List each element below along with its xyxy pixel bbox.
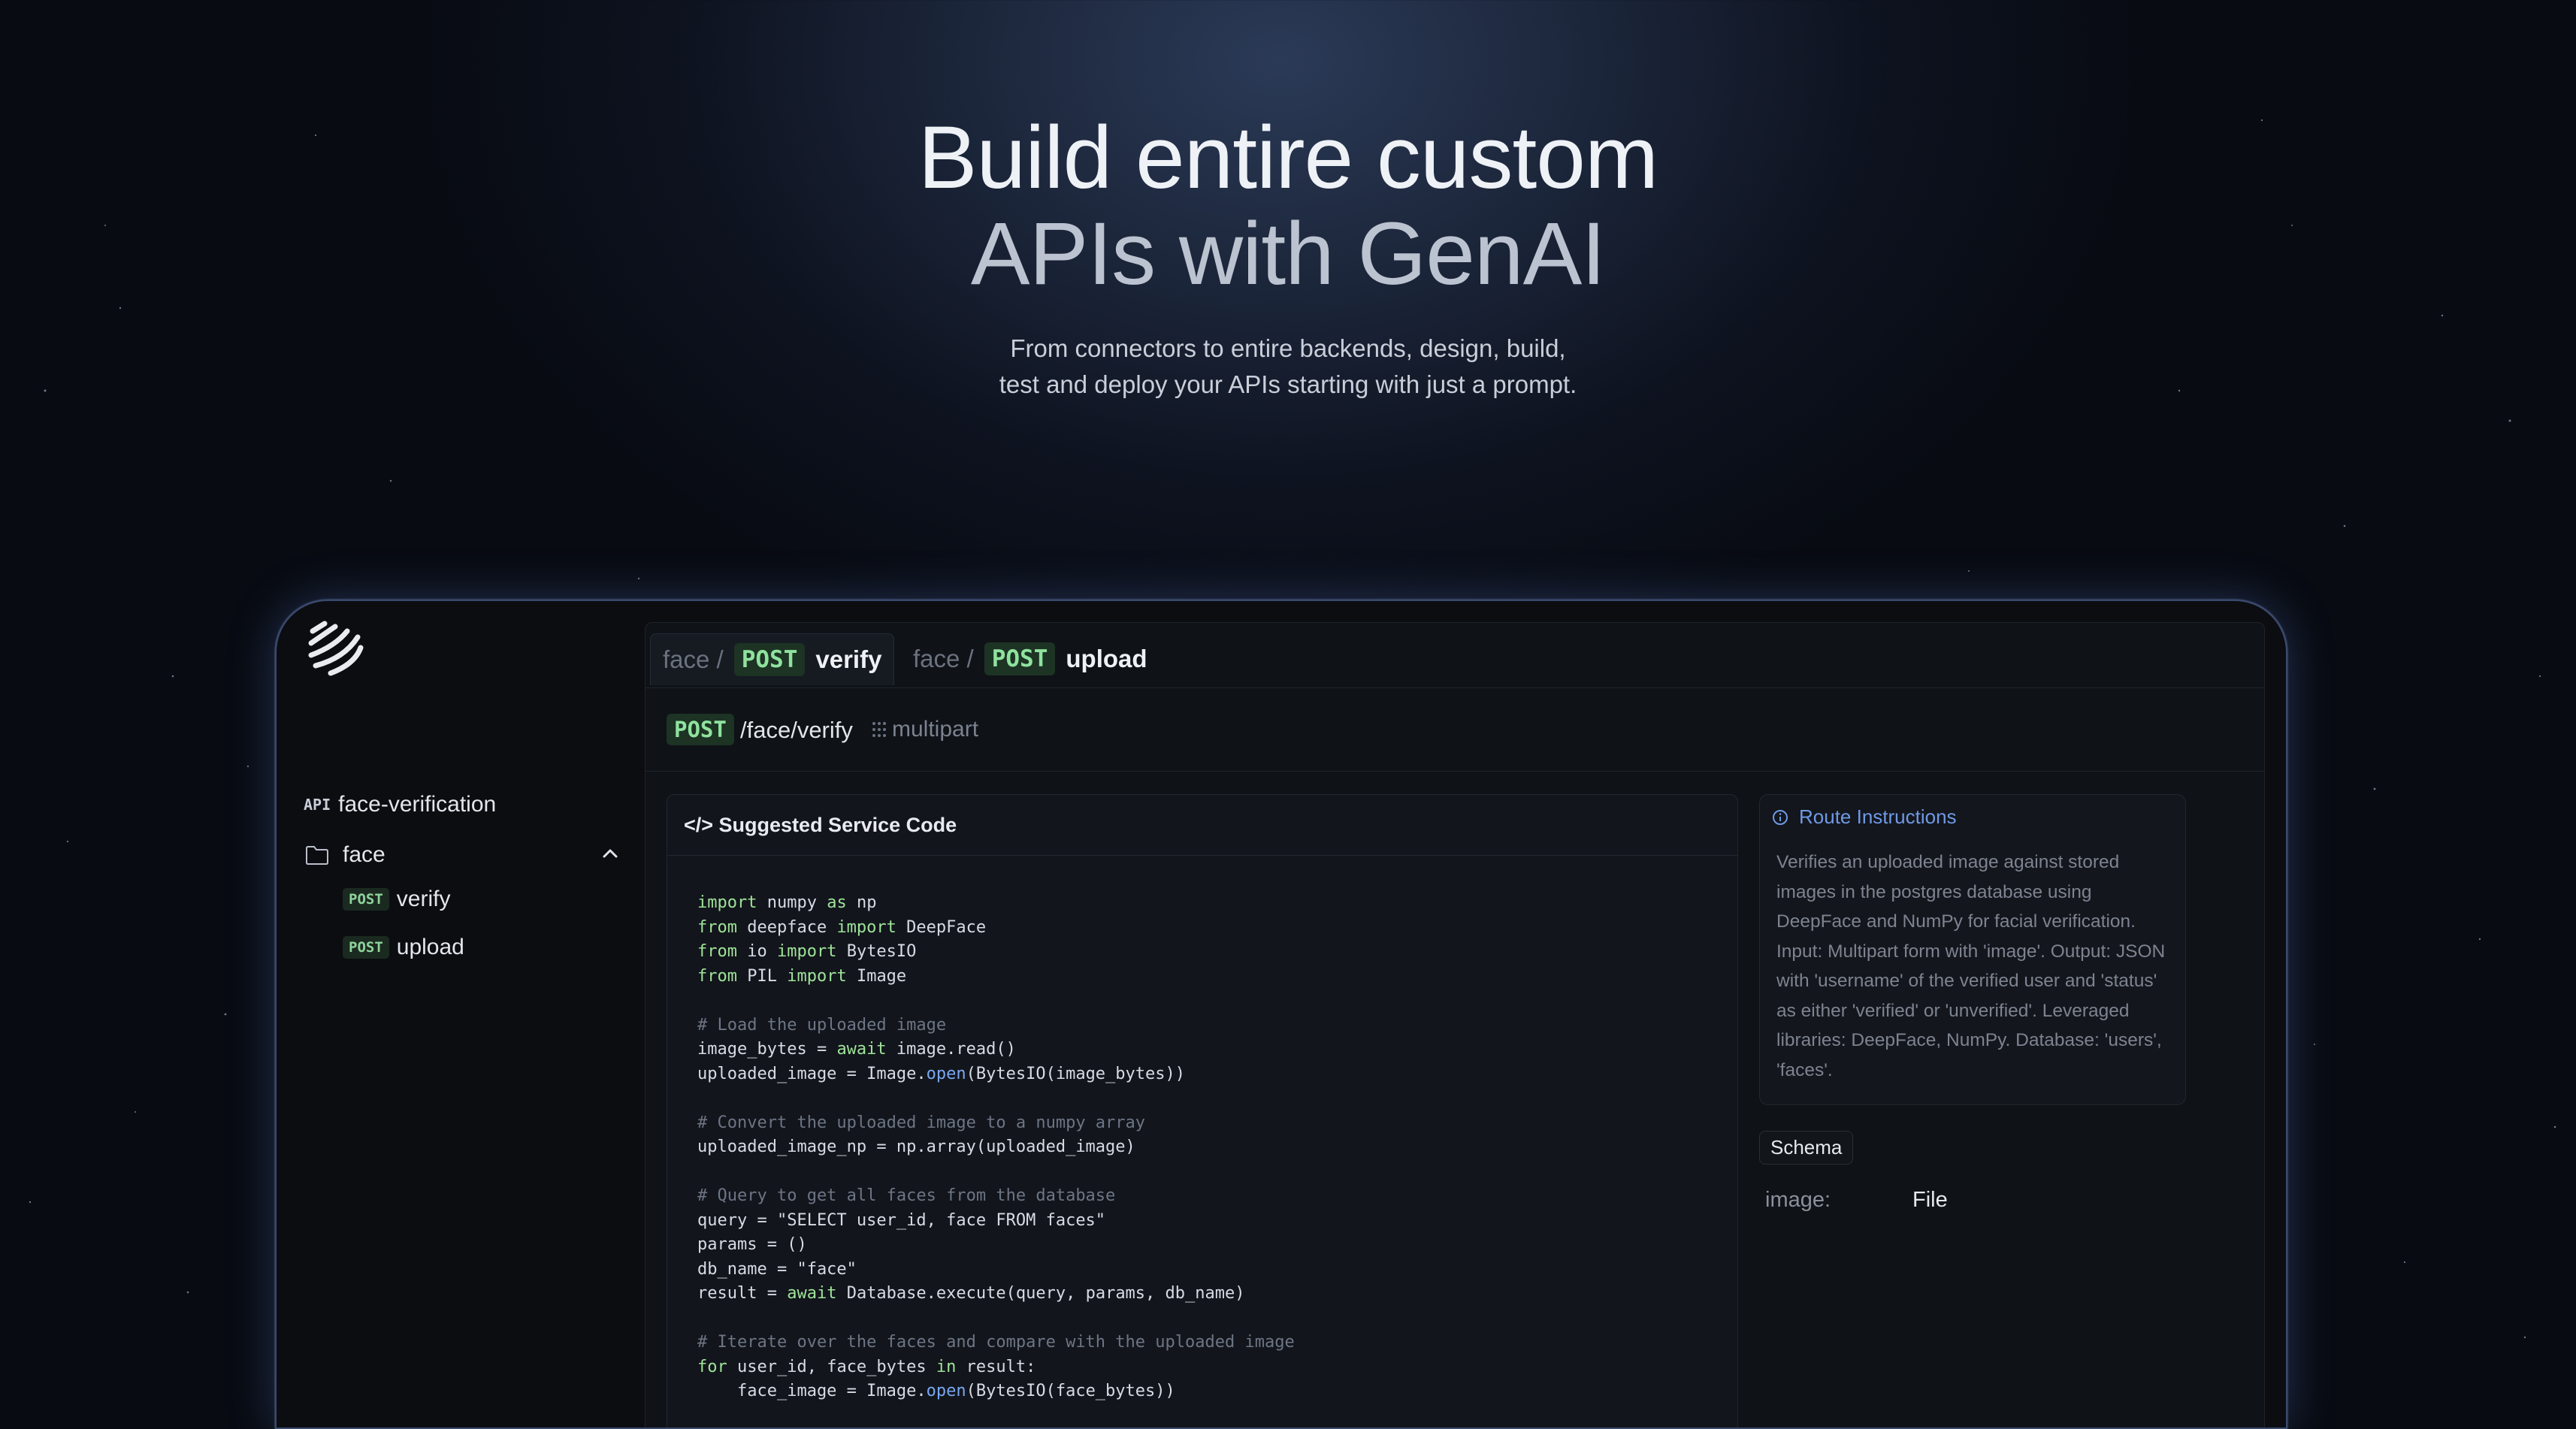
schema-field-key: image: (1765, 1188, 1831, 1212)
tab-bar: face / POST verify face / POST upload (646, 623, 2264, 688)
hero-subtitle: From connectors to entire backends, desi… (0, 331, 2576, 403)
schema-field-row: image: File (1765, 1188, 1948, 1213)
route-label: verify (396, 887, 451, 911)
sidebar-route-upload[interactable]: POST upload (343, 935, 464, 960)
sidebar: API face-verification face POST verify P… (277, 601, 645, 1427)
route-path-bar: POST /face/verify multipart (646, 688, 2264, 772)
route-instructions-title: Route Instructions (1799, 805, 1957, 828)
method-badge: POST (733, 643, 806, 676)
folder-icon (306, 846, 328, 865)
route-instructions-header: Route Instructions (1772, 805, 1957, 829)
info-icon (1773, 809, 1788, 825)
chevron-up-icon[interactable] (600, 843, 621, 864)
route-label: upload (396, 935, 464, 959)
drag-dots-icon (872, 722, 886, 737)
method-badge: POST (343, 936, 389, 959)
tab-label: upload (1066, 645, 1147, 672)
schema-label: Schema (1759, 1131, 1854, 1165)
api-name: face-verification (338, 792, 497, 817)
route-path: /face/verify (740, 717, 853, 743)
api-tag: API (304, 796, 331, 814)
code-panel-title: </> Suggested Service Code (667, 795, 1737, 856)
route-instructions-text: Verifies an uploaded image against store… (1776, 852, 2166, 1080)
main-panel: face / POST verify face / POST upload PO… (645, 622, 2265, 1427)
route-instructions-panel: Route Instructions Verifies an uploaded … (1759, 794, 2186, 1105)
code-editor[interactable]: import numpy as np from deepface import … (697, 891, 1295, 1404)
hero-subtitle-line1: From connectors to entire backends, desi… (1010, 334, 1566, 362)
sidebar-route-verify[interactable]: POST verify (343, 887, 450, 912)
tab-upload[interactable]: face / POST upload (901, 633, 1160, 684)
tab-crumb: face / (663, 645, 724, 673)
suggested-code-panel: </> Suggested Service Code import numpy … (667, 794, 1738, 1427)
content-type[interactable]: multipart (871, 717, 978, 742)
tab-label: verify (815, 645, 882, 673)
sidebar-folder-face[interactable]: face (305, 838, 621, 872)
api-name-row[interactable]: API face-verification (304, 792, 496, 817)
hero-subtitle-line2: test and deploy your APIs starting with … (999, 370, 1577, 398)
app-window: API face-verification face POST verify P… (275, 600, 2287, 1429)
method-badge: POST (984, 642, 1056, 675)
tab-verify[interactable]: face / POST verify (650, 633, 895, 685)
schema-field-type: File (1912, 1188, 1948, 1212)
method-badge: POST (667, 714, 734, 745)
tab-crumb: face / (913, 645, 974, 672)
hero-title-line2: APIs with GenAI (970, 204, 1606, 304)
hero-title-line1: Build entire custom (918, 108, 1658, 207)
folder-label: face (343, 842, 385, 867)
method-badge: POST (343, 888, 389, 911)
content-type-label: multipart (892, 717, 979, 742)
